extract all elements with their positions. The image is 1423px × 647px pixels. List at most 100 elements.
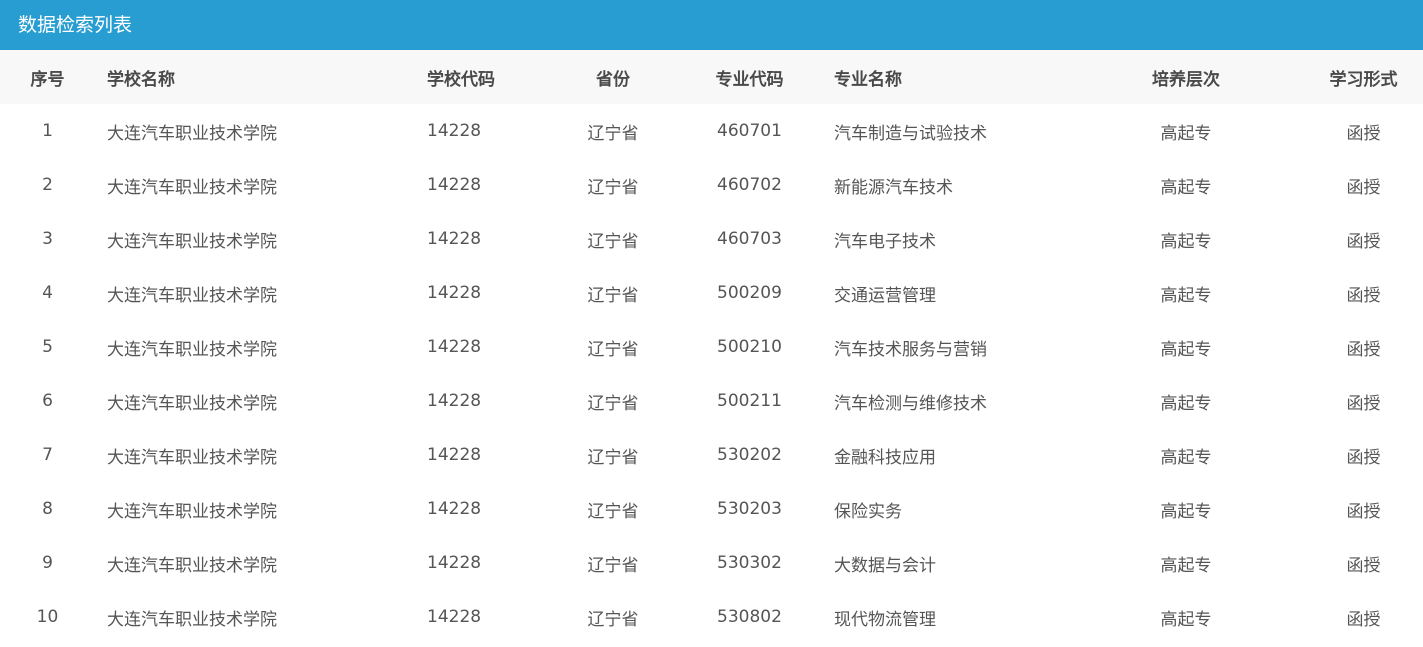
cell-school-name: 大连汽车职业技术学院 [107,285,277,306]
cell-school-code: 14228 [427,391,482,411]
column-header-school-code: 学校代码 [427,69,495,90]
table-row: 5 大连汽车职业技术学院 14228 辽宁省 500210 汽车技术服务与营销 高起专 函授 [0,320,1423,374]
column-header-seq: 序号 [30,69,65,90]
cell-major-name: 大数据与会计 [834,555,936,576]
cell-school-code: 14228 [427,283,482,303]
cell-study-mode: 函授 [1346,231,1381,252]
table-row: 3 大连汽车职业技术学院 14228 辽宁省 460703 汽车电子技术 高起专 函授 [0,212,1423,266]
cell-school-name: 大连汽车职业技术学院 [107,447,277,468]
cell-study-mode: 函授 [1346,393,1381,414]
cell-province: 辽宁省 [587,285,639,306]
cell-province: 辽宁省 [587,231,639,252]
cell-level: 高起专 [1160,285,1212,306]
cell-study-mode: 函授 [1346,609,1381,630]
cell-level: 高起专 [1160,609,1212,630]
cell-school-code: 14228 [427,445,482,465]
cell-seq: 3 [42,229,53,249]
cell-school-code: 14228 [427,553,482,573]
table-row: 4 大连汽车职业技术学院 14228 辽宁省 500209 交通运营管理 高起专 函授 [0,266,1423,320]
cell-school-code: 14228 [427,175,482,195]
cell-level: 高起专 [1160,231,1212,252]
cell-major-code: 500210 [717,337,782,357]
cell-school-name: 大连汽车职业技术学院 [107,555,277,576]
cell-major-name: 汽车技术服务与营销 [834,339,987,360]
cell-major-code: 530302 [717,553,782,573]
cell-school-code: 14228 [427,337,482,357]
cell-school-name: 大连汽车职业技术学院 [107,609,277,630]
table-row: 10 大连汽车职业技术学院 14228 辽宁省 530802 现代物流管理 高起专 函授 [0,590,1423,644]
cell-province: 辽宁省 [587,609,639,630]
table-header: 序号 学校名称 学校代码 省份 专业代码 专业名称 培养层次 学习形式 [0,50,1423,104]
cell-province: 辽宁省 [587,123,639,144]
cell-province: 辽宁省 [587,177,639,198]
cell-seq: 1 [42,121,53,141]
table-row: 6 大连汽车职业技术学院 14228 辽宁省 500211 汽车检测与维修技术 高起专 函授 [0,374,1423,428]
cell-seq: 6 [42,391,53,411]
cell-major-name: 汽车制造与试验技术 [834,123,987,144]
table-row: 1 大连汽车职业技术学院 14228 辽宁省 460701 汽车制造与试验技术 高起专 函授 [0,104,1423,158]
cell-major-code: 460703 [717,229,782,249]
cell-province: 辽宁省 [587,501,639,522]
cell-major-name: 金融科技应用 [834,447,936,468]
cell-major-name: 保险实务 [834,501,902,522]
table-row: 9 大连汽车职业技术学院 14228 辽宁省 530302 大数据与会计 高起专 函授 [0,536,1423,590]
cell-school-code: 14228 [427,229,482,249]
cell-study-mode: 函授 [1346,501,1381,522]
cell-major-name: 汽车检测与维修技术 [834,393,987,414]
cell-major-code: 460701 [717,121,782,141]
column-header-province: 省份 [596,69,630,90]
panel-header: 数据检索列表 [0,0,1423,50]
cell-study-mode: 函授 [1346,285,1381,306]
cell-school-code: 14228 [427,499,482,519]
cell-school-name: 大连汽车职业技术学院 [107,501,277,522]
column-header-major-code: 专业代码 [715,69,784,90]
cell-seq: 8 [42,499,53,519]
table-body: 1 大连汽车职业技术学院 14228 辽宁省 460701 汽车制造与试验技术 高起专 函授 2… [0,104,1423,644]
cell-school-code: 14228 [427,607,482,627]
table-row: 2 大连汽车职业技术学院 14228 辽宁省 460702 新能源汽车技术 高起专 函授 [0,158,1423,212]
cell-school-name: 大连汽车职业技术学院 [107,123,277,144]
cell-province: 辽宁省 [587,393,639,414]
column-header-level: 培养层次 [1152,69,1220,90]
cell-major-name: 汽车电子技术 [834,231,936,252]
cell-level: 高起专 [1160,123,1212,144]
cell-seq: 5 [42,337,53,357]
cell-study-mode: 函授 [1346,177,1381,198]
cell-level: 高起专 [1160,555,1212,576]
cell-major-name: 现代物流管理 [834,609,936,630]
cell-study-mode: 函授 [1346,555,1381,576]
cell-seq: 7 [42,445,53,465]
cell-major-code: 530202 [717,445,782,465]
cell-major-code: 500211 [717,391,782,411]
cell-school-code: 14228 [427,121,482,141]
cell-study-mode: 函授 [1346,123,1381,144]
cell-school-name: 大连汽车职业技术学院 [107,177,277,198]
cell-level: 高起专 [1160,447,1212,468]
cell-major-code: 460702 [717,175,782,195]
cell-major-name: 新能源汽车技术 [834,177,953,198]
cell-province: 辽宁省 [587,555,639,576]
cell-level: 高起专 [1160,339,1212,360]
cell-province: 辽宁省 [587,339,639,360]
cell-level: 高起专 [1160,177,1212,198]
cell-major-code: 530802 [717,607,782,627]
cell-school-name: 大连汽车职业技术学院 [107,393,277,414]
cell-major-code: 530203 [717,499,782,519]
table-row: 7 大连汽车职业技术学院 14228 辽宁省 530202 金融科技应用 高起专 函授 [0,428,1423,482]
cell-major-name: 交通运营管理 [834,285,936,306]
panel-title: 数据检索列表 [18,14,133,36]
cell-level: 高起专 [1160,501,1212,522]
table-row: 8 大连汽车职业技术学院 14228 辽宁省 530203 保险实务 高起专 函授 [0,482,1423,536]
column-header-major-name: 专业名称 [834,69,902,90]
data-table: 序号 学校名称 学校代码 省份 专业代码 专业名称 培养层次 学习形式 1 大连汽… [0,50,1423,644]
cell-level: 高起专 [1160,393,1212,414]
column-header-school-name: 学校名称 [107,69,175,90]
cell-major-code: 500209 [717,283,782,303]
table-header-row: 序号 学校名称 学校代码 省份 专业代码 专业名称 培养层次 学习形式 [0,50,1423,104]
cell-seq: 10 [36,607,59,627]
cell-study-mode: 函授 [1346,339,1381,360]
cell-study-mode: 函授 [1346,447,1381,468]
column-header-study-mode: 学习形式 [1329,69,1398,90]
cell-seq: 9 [42,553,53,573]
cell-seq: 4 [42,283,53,303]
